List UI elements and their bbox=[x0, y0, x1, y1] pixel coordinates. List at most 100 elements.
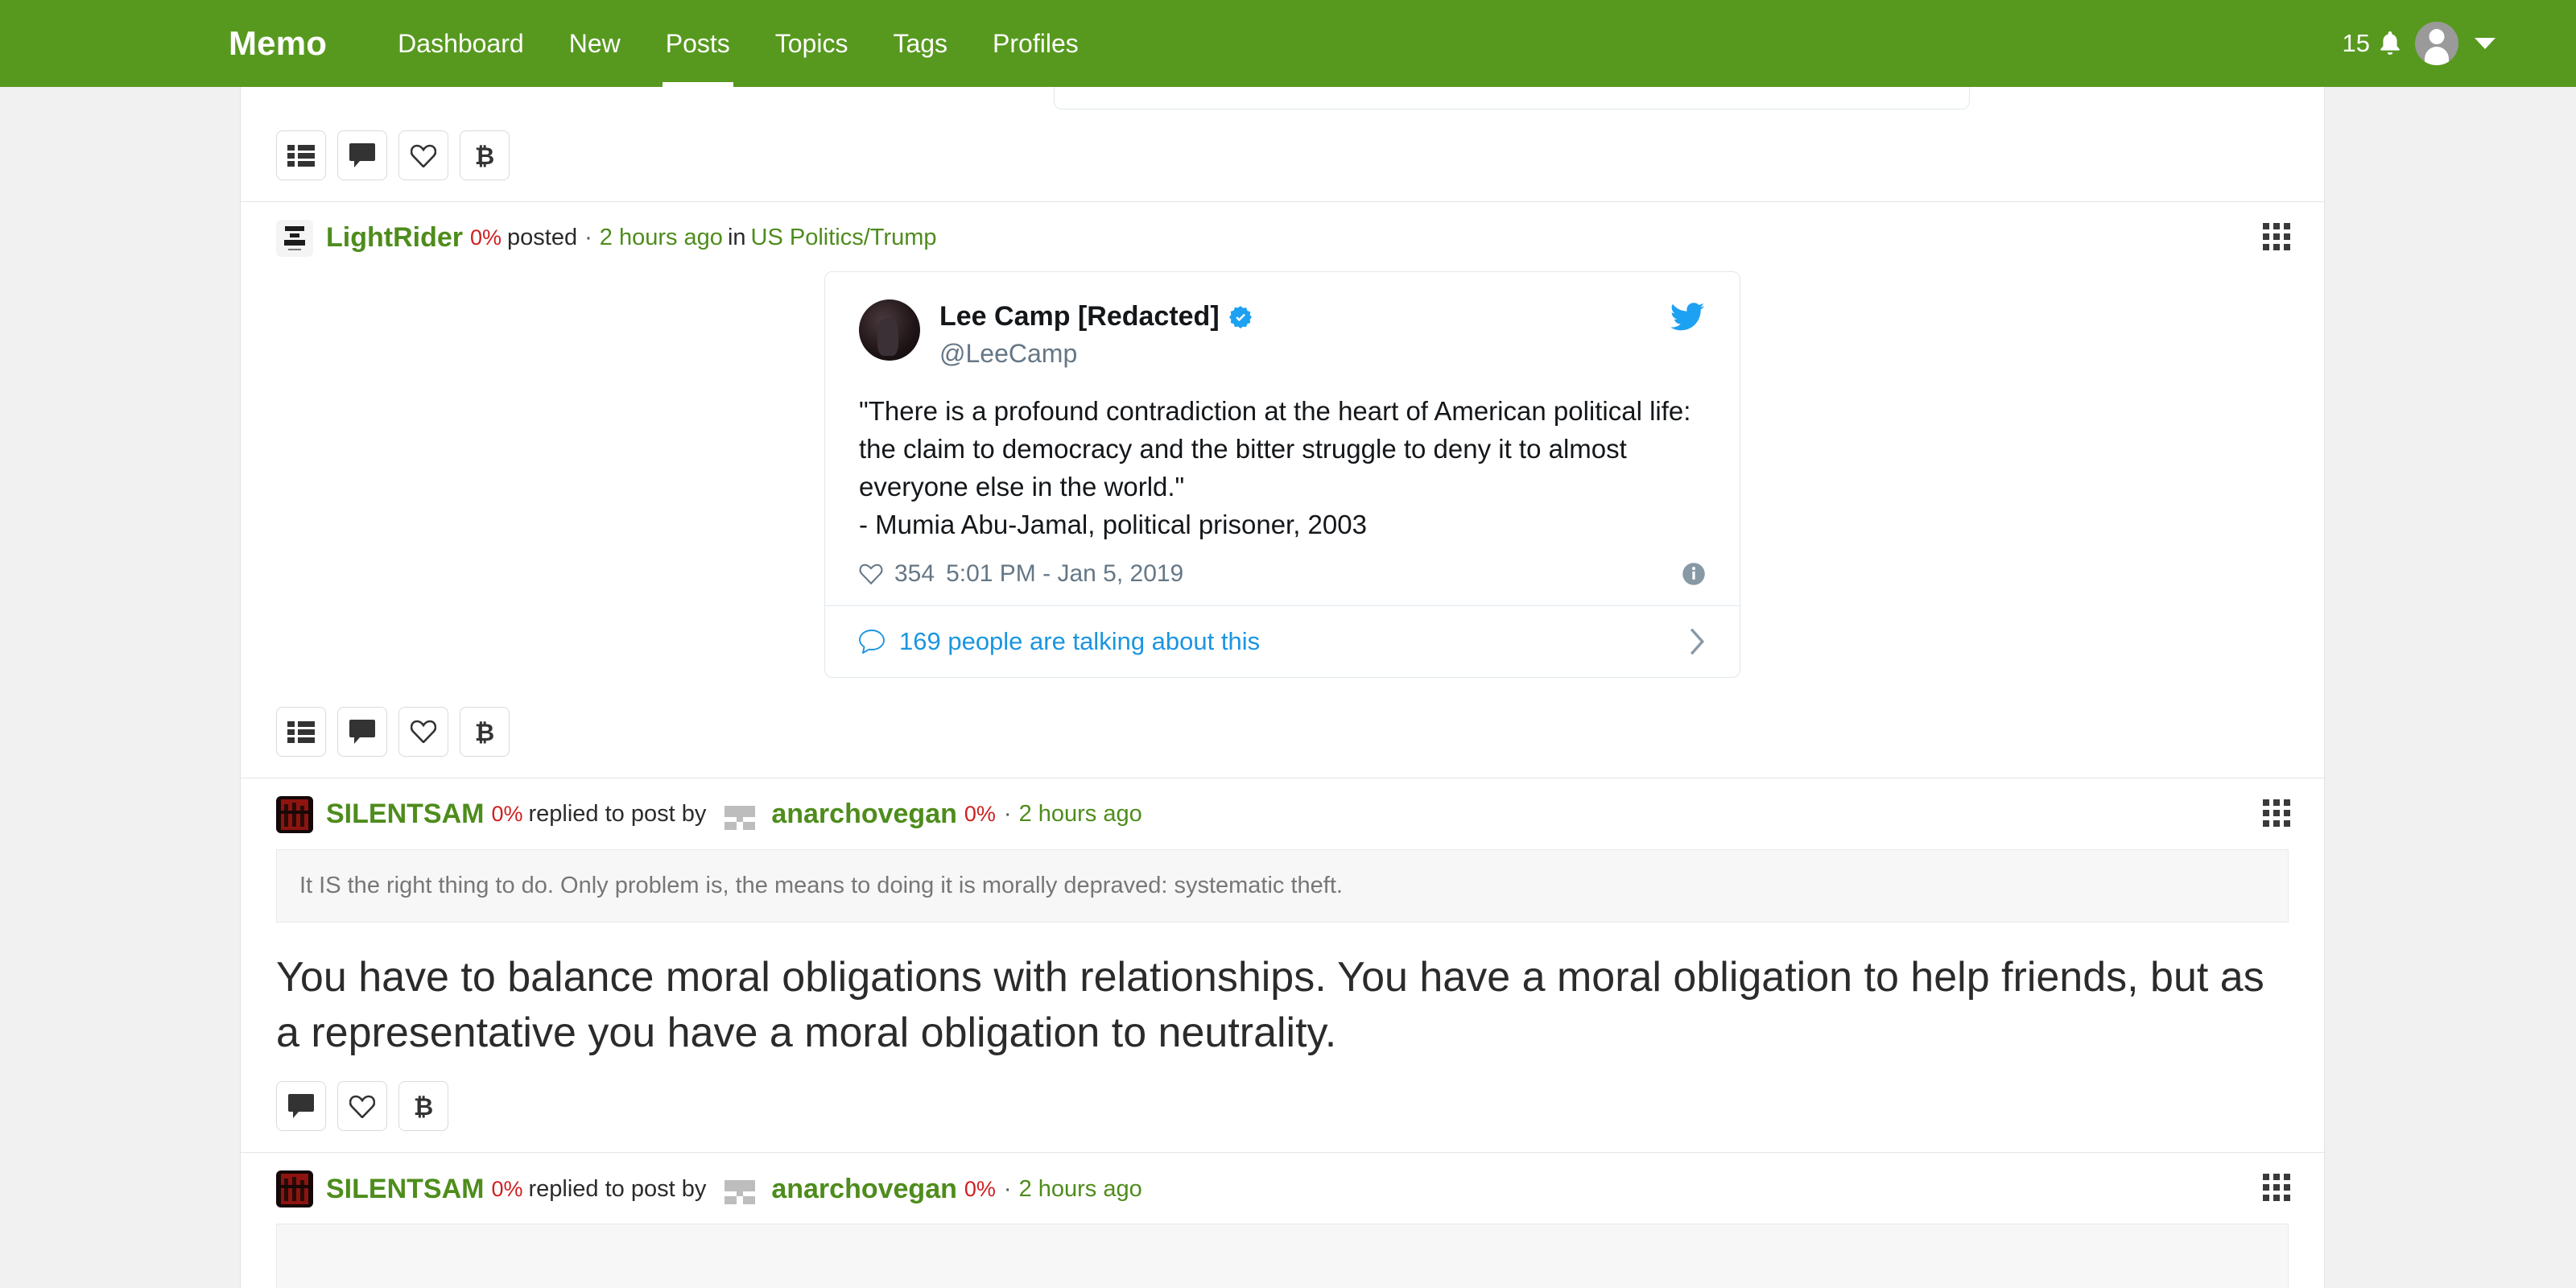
reply-target-author[interactable]: anarchovegan bbox=[771, 799, 957, 829]
reply-author-percent: 0% bbox=[491, 1176, 523, 1201]
reply-header: SILENTSAM 0% replied to post by anarchov… bbox=[276, 778, 2289, 833]
tweet-author-row: Lee Camp [Redacted] bbox=[939, 301, 1252, 332]
bitcoin-icon: ₿ bbox=[475, 143, 494, 168]
list-icon bbox=[287, 720, 315, 743]
post-author-percent: 0% bbox=[469, 225, 502, 250]
anarchovegan-avatar-icon bbox=[721, 1170, 759, 1208]
feed-item-post: LightRider 0% posted · 2 hours ago in US… bbox=[241, 202, 2324, 778]
heart-icon bbox=[859, 564, 883, 584]
money-is-over-avatar-icon bbox=[276, 220, 313, 257]
reply-verb: replied to post by bbox=[528, 1175, 707, 1202]
tweet-inner: Lee Camp [Redacted] @LeeCamp "There is a… bbox=[825, 272, 1740, 605]
post-topic[interactable]: US Politics/Trump bbox=[751, 225, 937, 251]
embed-zone: Lee Camp [Redacted] @LeeCamp "There is a… bbox=[241, 257, 2324, 686]
comment-icon bbox=[349, 143, 375, 167]
reply-author[interactable]: SILENTSAM bbox=[326, 1174, 484, 1204]
grid-menu-icon[interactable] bbox=[2263, 1174, 2290, 1202]
tip-bitcoin-button[interactable]: ₿ bbox=[398, 1081, 448, 1132]
list-icon bbox=[287, 145, 315, 167]
nav-link-posts[interactable]: Posts bbox=[643, 0, 753, 87]
reply-body: You have to balance moral obligations wi… bbox=[276, 954, 2264, 1056]
comment-button[interactable] bbox=[337, 706, 387, 757]
post-actions: ₿ bbox=[276, 706, 2324, 757]
chevron-down-icon bbox=[2475, 38, 2496, 49]
user-avatar-icon bbox=[2415, 22, 2458, 65]
reply-time[interactable]: 2 hours ago bbox=[1019, 801, 1142, 828]
avatar[interactable] bbox=[276, 1170, 313, 1208]
clipped-tweet-card bbox=[1054, 87, 1970, 109]
comment-button[interactable] bbox=[337, 130, 387, 180]
tweet-identity: Lee Camp [Redacted] @LeeCamp bbox=[939, 299, 1252, 369]
reply-actions: ₿ bbox=[276, 1081, 2324, 1132]
reply-separator: · bbox=[1003, 800, 1012, 827]
feed-item-reply: SILENTSAM 0% replied to post by anarchov… bbox=[241, 778, 2324, 1154]
silentsam-avatar-icon bbox=[276, 795, 313, 833]
tweet-avatar bbox=[859, 299, 920, 361]
reply-target-percent: 0% bbox=[964, 1176, 996, 1201]
reply-separator: · bbox=[1003, 1175, 1012, 1202]
avatar[interactable] bbox=[276, 795, 313, 833]
comment-bubble-icon bbox=[859, 629, 885, 654]
page-body: ₿ LightRider 0% posted · 2 hours ago in … bbox=[0, 87, 2576, 1288]
nav-link-dashboard[interactable]: Dashboard bbox=[375, 0, 547, 87]
tweet-footer-link[interactable]: 169 people are talking about this bbox=[825, 605, 1740, 677]
tweet-like-count: 354 bbox=[894, 559, 935, 587]
list-button[interactable] bbox=[276, 130, 326, 180]
grid-menu-icon[interactable] bbox=[2263, 799, 2290, 827]
comment-icon bbox=[349, 719, 375, 744]
tweet-header: Lee Camp [Redacted] @LeeCamp bbox=[859, 299, 1706, 369]
heart-icon bbox=[349, 1095, 375, 1118]
brand-logo[interactable]: Memo bbox=[229, 24, 327, 63]
like-button[interactable] bbox=[398, 706, 448, 757]
tweet-author-name: Lee Camp [Redacted] bbox=[939, 301, 1220, 332]
quoted-text: It IS the right thing to do. Only proble… bbox=[276, 848, 2289, 923]
like-button[interactable] bbox=[337, 1081, 387, 1132]
notification-count: 15 bbox=[2342, 29, 2370, 57]
list-button[interactable] bbox=[276, 706, 326, 757]
nav-link-tags[interactable]: Tags bbox=[870, 0, 970, 87]
chevron-right-icon bbox=[1690, 628, 1705, 654]
tweet-text: "There is a profound contradiction at th… bbox=[859, 396, 1691, 539]
primary-nav: Dashboard New Posts Topics Tags Profiles bbox=[375, 0, 1101, 87]
post-in-label: in bbox=[727, 225, 746, 251]
target-avatar[interactable] bbox=[721, 795, 759, 833]
bitcoin-icon: ₿ bbox=[414, 1094, 433, 1119]
reply-author[interactable]: SILENTSAM bbox=[326, 799, 484, 829]
post-time[interactable]: 2 hours ago bbox=[600, 225, 723, 251]
tweet-embed-card[interactable]: Lee Camp [Redacted] @LeeCamp "There is a… bbox=[824, 271, 1740, 678]
comment-button[interactable] bbox=[276, 1081, 326, 1132]
bitcoin-icon: ₿ bbox=[475, 720, 494, 745]
user-menu-button[interactable] bbox=[2415, 22, 2496, 65]
nav-link-new[interactable]: New bbox=[547, 0, 643, 87]
quoted-text-placeholder bbox=[276, 1224, 2289, 1288]
twitter-bird-icon bbox=[1670, 303, 1705, 331]
tweet-footer-text: 169 people are talking about this bbox=[899, 626, 1261, 655]
avatar[interactable] bbox=[276, 220, 313, 257]
feed-item-reply: SILENTSAM 0% replied to post by anarchov… bbox=[241, 1153, 2324, 1288]
clipped-embed-remnant bbox=[241, 87, 2324, 109]
reply-time[interactable]: 2 hours ago bbox=[1019, 1176, 1142, 1203]
nav-link-topics[interactable]: Topics bbox=[753, 0, 871, 87]
nav-link-profiles[interactable]: Profiles bbox=[970, 0, 1101, 87]
notifications-button[interactable]: 15 bbox=[2343, 29, 2401, 58]
svg-text:₿: ₿ bbox=[475, 720, 494, 745]
info-icon[interactable] bbox=[1682, 562, 1706, 586]
like-button[interactable] bbox=[398, 130, 448, 180]
feed-item-clipped: ₿ bbox=[241, 87, 2324, 202]
reply-author-percent: 0% bbox=[491, 801, 523, 826]
tip-bitcoin-button[interactable]: ₿ bbox=[460, 706, 510, 757]
navbar-right-cluster: 15 bbox=[2343, 22, 2496, 65]
reply-target-author[interactable]: anarchovegan bbox=[771, 1174, 957, 1204]
post-actions: ₿ bbox=[276, 130, 2324, 180]
heart-icon bbox=[411, 720, 436, 744]
target-avatar[interactable] bbox=[721, 1170, 759, 1208]
svg-text:₿: ₿ bbox=[414, 1094, 433, 1119]
post-author[interactable]: LightRider bbox=[326, 222, 463, 253]
tweet-meta: 354 5:01 PM - Jan 5, 2019 bbox=[859, 560, 1706, 588]
grid-menu-icon[interactable] bbox=[2263, 223, 2290, 250]
heart-icon bbox=[411, 144, 436, 167]
tweet-timestamp: 5:01 PM - Jan 5, 2019 bbox=[946, 559, 1184, 587]
reply-verb: replied to post by bbox=[528, 800, 707, 827]
svg-text:₿: ₿ bbox=[475, 143, 494, 168]
tip-bitcoin-button[interactable]: ₿ bbox=[460, 130, 510, 180]
